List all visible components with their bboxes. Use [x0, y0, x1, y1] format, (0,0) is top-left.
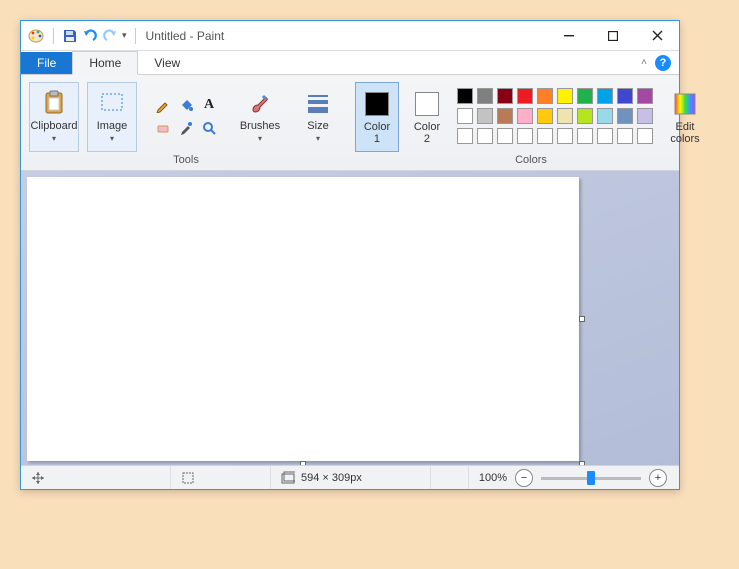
selection-size-icon: [181, 471, 195, 485]
window-controls: [547, 21, 679, 51]
color-swatch[interactable]: [517, 88, 533, 104]
zoom-in-button[interactable]: +: [649, 469, 667, 487]
tab-view[interactable]: View: [138, 52, 196, 74]
title-bar: ▾ Untitled - Paint: [21, 21, 679, 51]
canvas-workspace[interactable]: [21, 171, 679, 465]
undo-icon[interactable]: [82, 28, 98, 44]
resize-handle-bottom[interactable]: [300, 461, 306, 465]
size-button[interactable]: Size▾: [293, 82, 343, 152]
group-image: Image▾: [83, 79, 141, 170]
color-swatch[interactable]: [577, 108, 593, 124]
color-swatch[interactable]: [617, 88, 633, 104]
save-icon[interactable]: [62, 28, 78, 44]
color-swatch[interactable]: [577, 128, 593, 144]
maximize-button[interactable]: [591, 21, 635, 51]
drawing-canvas[interactable]: [27, 177, 579, 461]
color-swatch[interactable]: [457, 108, 473, 124]
color-swatch[interactable]: [617, 108, 633, 124]
color2-button[interactable]: Color 2: [405, 82, 449, 152]
image-button[interactable]: Image▾: [87, 82, 137, 152]
collapse-ribbon-icon[interactable]: ˄: [641, 57, 647, 68]
redo-icon[interactable]: [102, 28, 118, 44]
colors-group-label: Colors: [515, 154, 547, 168]
resize-handle-corner[interactable]: [579, 461, 585, 465]
brushes-button[interactable]: Brushes▾: [235, 82, 285, 152]
zoom-out-button[interactable]: −: [515, 469, 533, 487]
color-swatch[interactable]: [637, 128, 653, 144]
color1-swatch: [365, 92, 389, 116]
color-swatch[interactable]: [637, 108, 653, 124]
magnifier-tool-icon[interactable]: [199, 118, 219, 138]
group-size: Size▾: [289, 79, 347, 170]
color-swatch[interactable]: [497, 108, 513, 124]
clipboard-button[interactable]: Clipboard▾: [29, 82, 79, 152]
color1-button[interactable]: Color 1: [355, 82, 399, 152]
color-swatch[interactable]: [537, 128, 553, 144]
window-title: Untitled - Paint: [140, 29, 225, 43]
help-icon[interactable]: ?: [655, 55, 671, 71]
group-colors: Color 1 Color 2 Edit colors Colors: [351, 79, 711, 170]
color-swatch[interactable]: [517, 108, 533, 124]
canvas-dimensions: 594 × 309px: [301, 472, 362, 484]
status-bar: 594 × 309px 100% − +: [21, 465, 679, 489]
color-swatch[interactable]: [597, 128, 613, 144]
color-swatch[interactable]: [557, 88, 573, 104]
color-swatch[interactable]: [457, 88, 473, 104]
paint-window: ▾ Untitled - Paint File Home View ˄ ? Cl…: [20, 20, 680, 490]
zoom-slider[interactable]: [541, 471, 641, 485]
color-swatch[interactable]: [517, 128, 533, 144]
color-swatch[interactable]: [497, 128, 513, 144]
text-tool-icon[interactable]: A: [199, 95, 219, 115]
cursor-position-icon: [31, 471, 45, 485]
color-swatch[interactable]: [597, 88, 613, 104]
quick-access-toolbar: ▾: [21, 27, 140, 45]
bucket-tool-icon[interactable]: [176, 95, 196, 115]
color-swatch[interactable]: [477, 88, 493, 104]
color-swatch[interactable]: [577, 88, 593, 104]
color-swatch[interactable]: [557, 108, 573, 124]
color-swatch[interactable]: [477, 108, 493, 124]
canvas-size-icon: [281, 471, 295, 485]
color-swatch[interactable]: [497, 88, 513, 104]
app-icon: [27, 27, 45, 45]
resize-handle-right[interactable]: [579, 316, 585, 322]
ribbon-home: Clipboard▾ Image▾ A: [21, 75, 679, 171]
tools-group-label: Tools: [173, 154, 199, 168]
pencil-tool-icon[interactable]: [153, 95, 173, 115]
color-swatch[interactable]: [477, 128, 493, 144]
color-swatch[interactable]: [557, 128, 573, 144]
color-swatch[interactable]: [597, 108, 613, 124]
edit-colors-button[interactable]: Edit colors: [663, 82, 707, 152]
minimize-button[interactable]: [547, 21, 591, 51]
color2-swatch: [415, 92, 439, 116]
color-swatch[interactable]: [617, 128, 633, 144]
zoom-level: 100%: [479, 472, 507, 484]
color-swatch[interactable]: [637, 88, 653, 104]
qat-customize-icon[interactable]: ▾: [122, 30, 127, 41]
tab-file[interactable]: File: [21, 52, 72, 74]
group-clipboard: Clipboard▾: [25, 79, 83, 170]
color-palette: [455, 86, 657, 148]
ribbon-tabs: File Home View ˄ ?: [21, 51, 679, 75]
color-swatch[interactable]: [537, 88, 553, 104]
color-swatch[interactable]: [457, 128, 473, 144]
group-brushes: Brushes▾: [231, 79, 289, 170]
close-button[interactable]: [635, 21, 679, 51]
group-tools: A Tools: [145, 79, 227, 170]
eraser-tool-icon[interactable]: [153, 118, 173, 138]
color-swatch[interactable]: [537, 108, 553, 124]
picker-tool-icon[interactable]: [176, 118, 196, 138]
tab-home[interactable]: Home: [72, 51, 138, 75]
